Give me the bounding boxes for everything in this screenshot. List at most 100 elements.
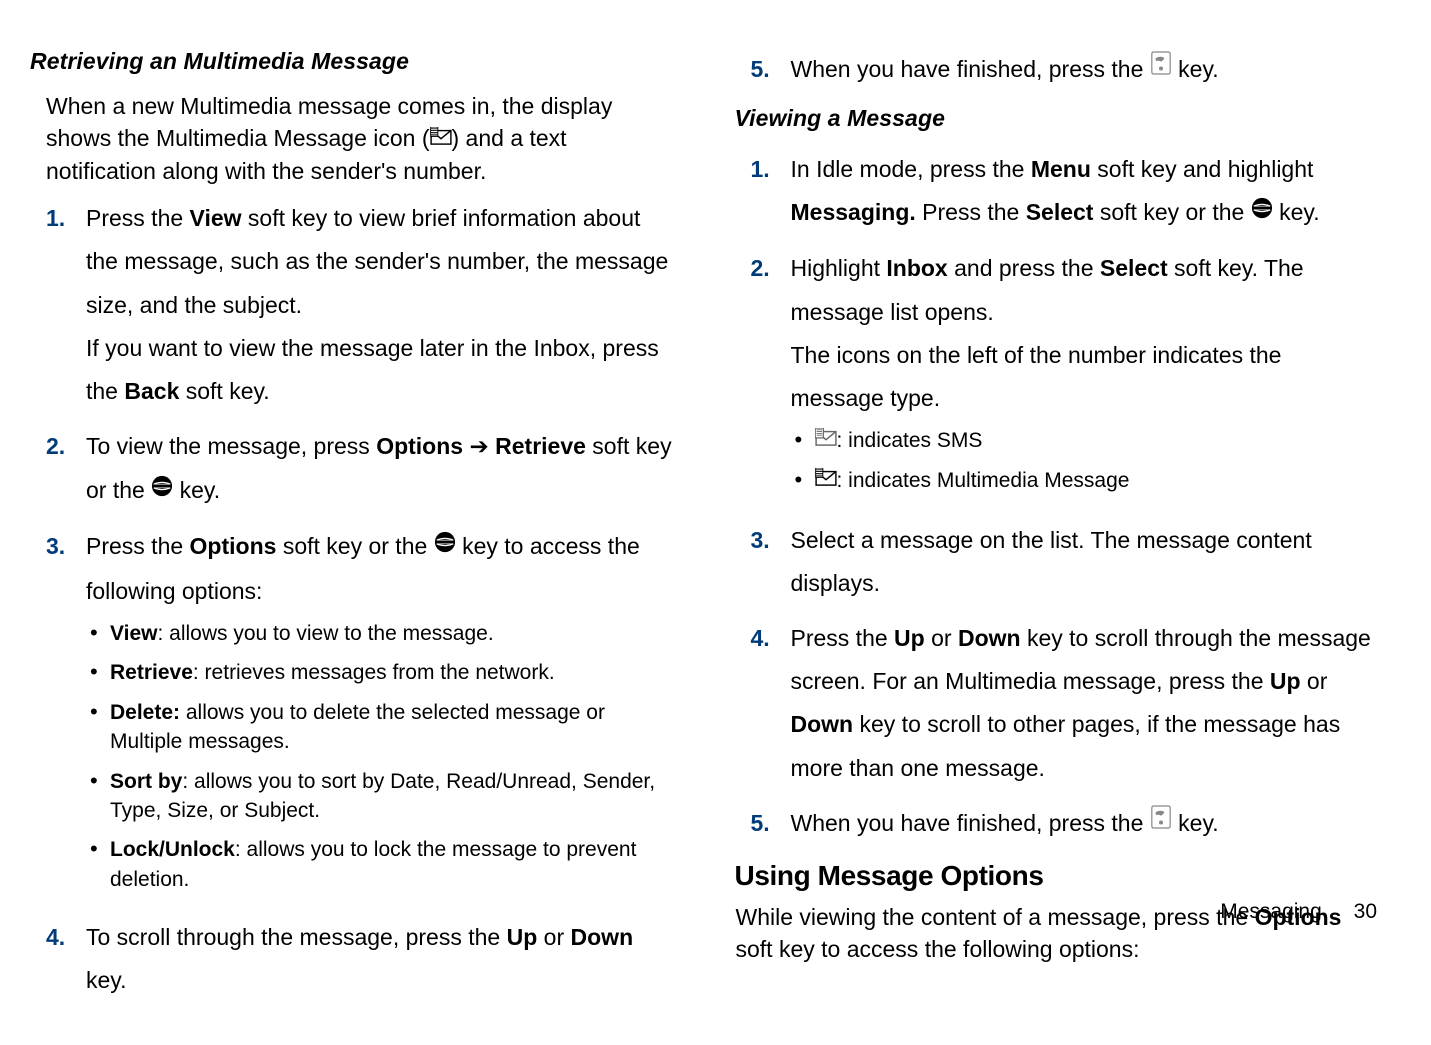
t: Up bbox=[507, 924, 538, 950]
t: Press the bbox=[916, 199, 1026, 225]
step-number: 1. bbox=[30, 197, 86, 413]
t: or bbox=[537, 924, 570, 950]
t: To scroll through the message, press the bbox=[86, 924, 507, 950]
t: Select bbox=[1026, 199, 1094, 225]
arrow: ➔ bbox=[463, 433, 495, 459]
list-item: View: allows you to view to the message. bbox=[86, 619, 677, 648]
list-item: Retrieve: retrieves messages from the ne… bbox=[86, 658, 677, 687]
t: Press the bbox=[791, 625, 895, 651]
t: When you have finished, press the bbox=[791, 810, 1150, 836]
t: and press the bbox=[948, 255, 1100, 281]
t: While viewing the content of a message, … bbox=[736, 904, 1255, 930]
t: soft key or the bbox=[276, 533, 433, 559]
t: Options bbox=[190, 533, 277, 559]
t: In Idle mode, press the bbox=[791, 156, 1031, 182]
t: Down bbox=[791, 711, 854, 737]
step-number: 4. bbox=[735, 617, 791, 790]
t: Press the bbox=[86, 533, 190, 559]
sms-icon bbox=[815, 425, 837, 454]
step-row: 5. When you have finished, press the key… bbox=[735, 48, 1382, 93]
list-item: Sort by: allows you to sort by Date, Rea… bbox=[86, 767, 677, 826]
t: allows you to delete the selected messag… bbox=[110, 701, 605, 753]
t: key. bbox=[173, 477, 220, 503]
t: Up bbox=[894, 625, 925, 651]
t: Retrieve bbox=[495, 433, 586, 459]
step-number: 3. bbox=[30, 525, 86, 904]
ok-key-icon bbox=[1251, 190, 1273, 233]
follow-text: The icons on the left of the number indi… bbox=[791, 334, 1382, 420]
t: Up bbox=[1270, 668, 1301, 694]
t: Select bbox=[1100, 255, 1168, 281]
footer-page: 30 bbox=[1354, 900, 1377, 923]
t: Highlight bbox=[791, 255, 887, 281]
section-heading: Using Message Options bbox=[735, 860, 1382, 892]
list-item: : indicates SMS bbox=[791, 426, 1382, 456]
step-number: 3. bbox=[735, 519, 791, 605]
right-column: 5. When you have finished, press the key… bbox=[735, 48, 1382, 1015]
t: Select a message on the list. The messag… bbox=[791, 519, 1382, 605]
left-column: Retrieving an Multimedia Message When a … bbox=[30, 48, 677, 1015]
step-number: 1. bbox=[735, 148, 791, 236]
step-row: 4. To scroll through the message, press … bbox=[30, 916, 677, 1002]
t: Back bbox=[124, 378, 179, 404]
list-item: : indicates Multimedia Message bbox=[791, 466, 1382, 496]
mms-icon bbox=[430, 122, 452, 154]
step-row: 3. Press the Options soft key or the key… bbox=[30, 525, 677, 904]
t: Menu bbox=[1031, 156, 1091, 182]
t: Sort by bbox=[110, 770, 182, 793]
t: key. bbox=[1172, 56, 1219, 82]
t: : retrieves messages from the network. bbox=[193, 661, 555, 684]
t: Down bbox=[958, 625, 1021, 651]
t: When you have finished, press the bbox=[791, 56, 1150, 82]
t: key. bbox=[1273, 199, 1320, 225]
t: soft key and highlight bbox=[1091, 156, 1313, 182]
t: Down bbox=[571, 924, 634, 950]
t: Options bbox=[376, 433, 463, 459]
t: : indicates SMS bbox=[837, 429, 983, 452]
t: View bbox=[110, 622, 157, 645]
t: key. bbox=[1172, 810, 1219, 836]
t: key to scroll to other pages, if the mes… bbox=[791, 711, 1341, 780]
intro-text: When a new Multimedia message comes in, … bbox=[46, 91, 677, 187]
t: or bbox=[1301, 668, 1328, 694]
t: Retrieve bbox=[110, 661, 193, 684]
t: View bbox=[190, 205, 242, 231]
ok-key-icon bbox=[151, 468, 173, 511]
subheading-retrieving: Retrieving an Multimedia Message bbox=[30, 48, 677, 75]
footer-section: Messaging bbox=[1220, 900, 1322, 923]
step-number: 2. bbox=[735, 247, 791, 506]
end-key-icon bbox=[1150, 47, 1172, 90]
step-number: 2. bbox=[30, 425, 86, 513]
t: To view the message, press bbox=[86, 433, 376, 459]
t: Messaging. bbox=[791, 199, 916, 225]
t: key. bbox=[86, 967, 126, 993]
step-number: 5. bbox=[735, 48, 791, 93]
t: : allows you to view to the message. bbox=[157, 622, 493, 645]
step-number: 5. bbox=[735, 802, 791, 847]
ok-key-icon bbox=[434, 524, 456, 567]
t: : allows you to sort by Date, Read/Unrea… bbox=[110, 770, 655, 822]
t: soft key to access the following options… bbox=[736, 936, 1140, 962]
step-row: 1. In Idle mode, press the Menu soft key… bbox=[735, 148, 1382, 236]
t: Press the bbox=[86, 205, 190, 231]
t: soft key. bbox=[179, 378, 269, 404]
page-footer: Messaging 30 bbox=[1220, 900, 1377, 924]
t: : indicates Multimedia Message bbox=[837, 469, 1130, 492]
subheading-viewing: Viewing a Message bbox=[735, 105, 1382, 132]
t: Lock/Unlock bbox=[110, 838, 235, 861]
step-row: 2. To view the message, press Options ➔ … bbox=[30, 425, 677, 513]
list-item: Delete: allows you to delete the selecte… bbox=[86, 698, 677, 757]
t: Inbox bbox=[886, 255, 947, 281]
step-row: 1. Press the View soft key to view brief… bbox=[30, 197, 677, 413]
list-item: Lock/Unlock: allows you to lock the mess… bbox=[86, 835, 677, 894]
step-row: 5. When you have finished, press the key… bbox=[735, 802, 1382, 847]
step-row: 3. Select a message on the list. The mes… bbox=[735, 519, 1382, 605]
mms-icon bbox=[815, 465, 837, 494]
follow-text: If you want to view the message later in… bbox=[86, 327, 677, 413]
t: soft key or the bbox=[1093, 199, 1250, 225]
step-row: 2. Highlight Inbox and press the Select … bbox=[735, 247, 1382, 506]
end-key-icon bbox=[1150, 801, 1172, 844]
step-number: 4. bbox=[30, 916, 86, 1002]
t: or bbox=[925, 625, 958, 651]
t: Delete: bbox=[110, 701, 180, 724]
